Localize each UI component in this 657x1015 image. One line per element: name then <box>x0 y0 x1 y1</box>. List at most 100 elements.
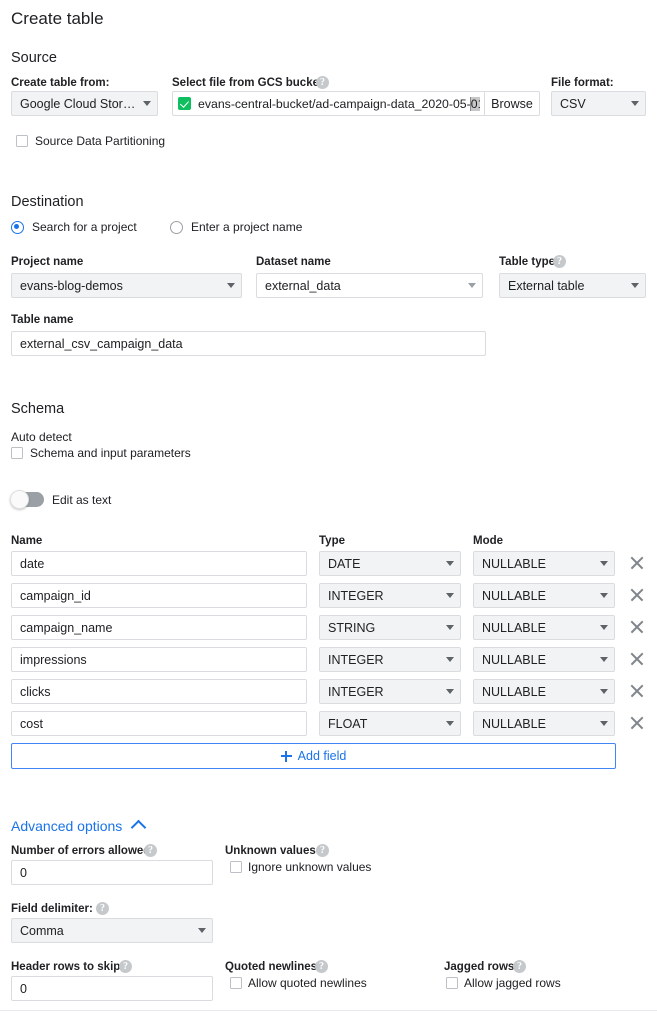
radio-search-for-project[interactable] <box>11 221 24 234</box>
advanced-options-toggle[interactable]: Advanced options <box>11 818 144 834</box>
close-icon-remove-field[interactable] <box>628 618 646 636</box>
schema-field-mode-value: NULLABLE <box>482 685 594 699</box>
field-delimiter-value: Comma <box>20 924 192 938</box>
file-format-value: CSV <box>560 97 625 111</box>
gcs-file-value-prefix: evans-central-bucket/ad-campaign-data_20… <box>198 97 471 111</box>
chevron-down-icon <box>600 593 608 598</box>
close-icon-remove-field[interactable] <box>628 714 646 732</box>
help-icon-jagged-rows[interactable]: ? <box>513 960 526 973</box>
schema-field-name-input[interactable]: campaign_name <box>11 615 307 640</box>
chevron-up-icon <box>131 820 147 836</box>
schema-field-type-select[interactable]: INTEGER <box>319 583 461 608</box>
errors-allowed-label: Number of errors allowed: <box>11 845 154 857</box>
schema-field-mode-select[interactable]: NULLABLE <box>473 647 615 672</box>
help-icon-field-delimiter[interactable]: ? <box>96 902 109 915</box>
auto-detect-checkbox[interactable] <box>11 447 23 459</box>
schema-column-header-mode: Mode <box>473 535 503 547</box>
table-type-select[interactable]: External table <box>499 273 646 298</box>
create-table-from-value: Google Cloud Storage <box>20 97 137 111</box>
radio-search-for-project-label: Search for a project <box>32 220 137 234</box>
schema-field-type-select[interactable]: INTEGER <box>319 679 461 704</box>
close-icon-remove-field[interactable] <box>628 554 646 572</box>
project-name-select[interactable]: evans-blog-demos <box>11 273 242 298</box>
table-name-input[interactable]: external_csv_campaign_data <box>11 331 486 356</box>
schema-field-mode-select[interactable]: NULLABLE <box>473 583 615 608</box>
schema-field-type-select[interactable]: INTEGER <box>319 647 461 672</box>
gcs-file-input[interactable]: evans-central-bucket/ad-campaign-data_20… <box>172 91 485 116</box>
allow-jagged-rows-checkbox[interactable] <box>446 977 458 989</box>
schema-field-name-input[interactable]: impressions <box>11 647 307 672</box>
schema-field-mode-select[interactable]: NULLABLE <box>473 711 615 736</box>
chevron-down-icon <box>631 101 639 106</box>
close-icon-remove-field[interactable] <box>628 586 646 604</box>
help-icon-quoted-newlines[interactable]: ? <box>315 960 328 973</box>
chevron-down-icon <box>143 101 151 106</box>
chevron-down-icon <box>446 593 454 598</box>
source-data-partitioning-checkbox[interactable] <box>16 135 28 147</box>
field-delimiter-select[interactable]: Comma <box>11 918 213 943</box>
gcs-file-value-selection: 01 <box>471 97 480 111</box>
source-section-heading: Source <box>11 50 57 66</box>
schema-field-name-input[interactable]: campaign_id <box>11 583 307 608</box>
schema-field-mode-select[interactable]: NULLABLE <box>473 679 615 704</box>
schema-section-heading: Schema <box>11 401 64 417</box>
help-icon-gcs-bucket[interactable]: ? <box>316 76 329 89</box>
schema-field-type-select[interactable]: STRING <box>319 615 461 640</box>
create-table-from-select[interactable]: Google Cloud Storage <box>11 91 158 116</box>
gcs-file-field-group: evans-central-bucket/ad-campaign-data_20… <box>172 91 540 116</box>
dataset-name-select[interactable]: external_data <box>256 273 483 298</box>
help-icon-errors-allowed[interactable]: ? <box>144 844 157 857</box>
allow-quoted-newlines-checkbox[interactable] <box>230 977 242 989</box>
schema-field-type-value: INTEGER <box>328 589 440 603</box>
schema-field-type-value: DATE <box>328 557 440 571</box>
chevron-down-icon <box>600 625 608 630</box>
schema-field-mode-select[interactable]: NULLABLE <box>473 551 615 576</box>
chevron-down-icon <box>600 721 608 726</box>
schema-field-type-select[interactable]: DATE <box>319 551 461 576</box>
chevron-down-icon <box>198 928 206 933</box>
add-field-label: Add field <box>298 749 347 763</box>
page-title: Create table <box>11 9 104 29</box>
create-table-from-label: Create table from: <box>11 77 109 89</box>
table-name-label: Table name <box>11 314 73 326</box>
schema-field-name-input[interactable]: clicks <box>11 679 307 704</box>
errors-allowed-input[interactable]: 0 <box>11 860 213 885</box>
header-rows-input[interactable]: 0 <box>11 976 213 1001</box>
chevron-down-icon <box>446 657 454 662</box>
source-data-partitioning-label: Source Data Partitioning <box>35 134 165 148</box>
auto-detect-label: Auto detect <box>11 430 72 444</box>
jagged-rows-label: Jagged rows <box>444 961 514 973</box>
edit-as-text-label: Edit as text <box>52 493 111 507</box>
schema-field-mode-select[interactable]: NULLABLE <box>473 615 615 640</box>
schema-column-header-name: Name <box>11 535 42 547</box>
edit-as-text-toggle[interactable] <box>11 492 44 507</box>
file-format-select[interactable]: CSV <box>551 91 646 116</box>
chevron-down-icon <box>446 689 454 694</box>
advanced-options-label: Advanced options <box>11 818 122 834</box>
close-icon-remove-field[interactable] <box>628 650 646 668</box>
schema-field-name-input[interactable]: cost <box>11 711 307 736</box>
destination-section-heading: Destination <box>11 194 84 210</box>
schema-field-type-select[interactable]: FLOAT <box>319 711 461 736</box>
ignore-unknown-values-checkbox[interactable] <box>230 861 242 873</box>
close-icon-remove-field[interactable] <box>628 682 646 700</box>
chevron-down-icon <box>631 283 639 288</box>
browse-button[interactable]: Browse <box>485 91 540 116</box>
radio-enter-project-name-label: Enter a project name <box>191 220 302 234</box>
radio-enter-project-name[interactable] <box>170 221 183 234</box>
header-rows-label: Header rows to skip: <box>11 961 124 973</box>
help-icon-unknown-values[interactable]: ? <box>316 844 329 857</box>
add-field-button[interactable]: Add field <box>11 743 616 769</box>
help-icon-table-type[interactable]: ? <box>553 255 566 268</box>
gcs-file-value: evans-central-bucket/ad-campaign-data_20… <box>198 97 480 111</box>
schema-field-name-input[interactable]: date <box>11 551 307 576</box>
project-name-label: Project name <box>11 256 83 268</box>
chevron-down-icon <box>600 657 608 662</box>
schema-field-type-value: INTEGER <box>328 653 440 667</box>
schema-column-header-type: Type <box>319 535 345 547</box>
help-icon-header-rows[interactable]: ? <box>119 960 132 973</box>
checkmark-icon <box>178 97 191 110</box>
plus-icon <box>281 751 292 762</box>
chevron-down-icon <box>600 689 608 694</box>
schema-field-mode-value: NULLABLE <box>482 621 594 635</box>
